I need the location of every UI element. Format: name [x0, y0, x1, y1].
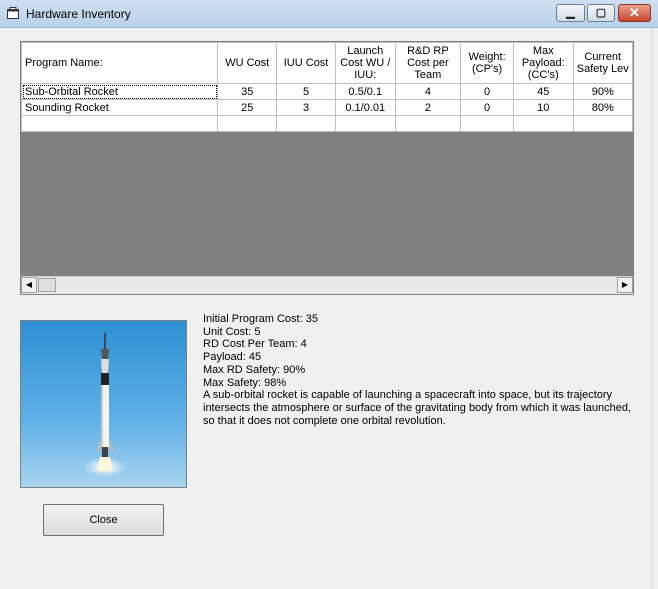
rocket-photo-icon — [21, 321, 186, 487]
col-weight[interactable]: Weight: (CP's) — [460, 42, 514, 84]
window-title: Hardware Inventory — [26, 7, 131, 21]
table-row[interactable]: Sub-Orbital Rocket 35 5 0.5/0.1 4 0 45 9… — [21, 83, 633, 100]
table-cell[interactable]: 0 — [460, 83, 514, 100]
col-program-name[interactable]: Program Name: — [21, 42, 219, 84]
header-row: Program Name: WU Cost IUU Cost Launch Co… — [21, 42, 633, 84]
table-cell[interactable]: 2 — [394, 99, 462, 116]
window-icon — [7, 7, 19, 19]
table-cell[interactable]: 35 — [217, 83, 278, 100]
col-max-payload[interactable]: Max Payload: (CC's) — [512, 42, 574, 84]
table-cell[interactable] — [512, 115, 574, 132]
table-cell[interactable]: 80% — [572, 99, 633, 116]
table-cell[interactable]: 45 — [512, 83, 574, 100]
col-safety-level[interactable]: Current Safety Lev — [572, 42, 633, 84]
table-cell[interactable]: 5 — [276, 83, 336, 100]
max-rd-safety-text: Max RD Safety: 90% — [203, 363, 306, 376]
table-cell[interactable] — [335, 115, 396, 132]
table-cell[interactable]: 4 — [394, 83, 462, 100]
table-cell[interactable] — [217, 115, 278, 132]
col-rd-cost[interactable]: R&D RP Cost per Team — [394, 42, 462, 84]
col-launch-cost[interactable]: Launch Cost WU / IUU: — [335, 42, 396, 84]
rd-cost-text: RD Cost Per Team: 4 — [203, 338, 307, 351]
col-iuu-cost[interactable]: IUU Cost — [276, 42, 336, 84]
rocket-image — [20, 320, 187, 488]
table-row[interactable]: Sounding Rocket 25 3 0.1/0.01 2 0 10 80% — [21, 99, 633, 116]
maximize-icon: ▢ — [595, 7, 607, 19]
payload-text: Payload: 45 — [203, 351, 262, 364]
close-window-button[interactable]: ✕ — [618, 4, 651, 22]
scroll-right-button[interactable]: ▶ — [617, 277, 633, 293]
table-cell[interactable] — [460, 115, 514, 132]
initial-cost-text: Initial Program Cost: 35 — [203, 313, 318, 325]
max-safety-text: Max Safety: 98% — [203, 376, 287, 389]
table-cell[interactable]: Sounding Rocket — [21, 99, 219, 116]
close-button[interactable]: Close — [43, 504, 164, 536]
table-cell[interactable] — [394, 115, 462, 132]
table-cell[interactable] — [276, 115, 336, 132]
hardware-table: Program Name: WU Cost IUU Cost Launch Co… — [21, 42, 633, 132]
title-bar: Hardware Inventory ▁ ▢ ✕ — [0, 0, 658, 28]
close-icon: ✕ — [629, 5, 640, 20]
table-cell[interactable]: 0.5/0.1 — [335, 83, 396, 100]
table-cell[interactable]: 3 — [276, 99, 336, 116]
minimize-icon: ▁ — [566, 7, 575, 19]
table-cell[interactable]: 0 — [460, 99, 514, 116]
table-cell[interactable]: 10 — [512, 99, 574, 116]
table-cell[interactable]: 25 — [217, 99, 278, 116]
table-cell[interactable]: Sub-Orbital Rocket — [21, 83, 219, 100]
maximize-button[interactable]: ▢ — [587, 4, 615, 22]
table-row-empty[interactable] — [21, 115, 633, 132]
col-wu-cost[interactable]: WU Cost — [217, 42, 278, 84]
window-edge — [652, 28, 658, 589]
table-cell[interactable] — [21, 115, 219, 132]
triangle-right-icon: ▶ — [621, 280, 629, 289]
hardware-grid[interactable]: Program Name: WU Cost IUU Cost Launch Co… — [20, 41, 634, 295]
program-details: Initial Program Cost: 35 Unit Cost: 5 RD… — [203, 313, 643, 427]
table-cell[interactable]: 90% — [572, 83, 633, 100]
horizontal-scrollbar[interactable]: ◀ ▶ — [21, 276, 633, 294]
description-text: A sub-orbital rocket is capable of launc… — [203, 389, 631, 427]
triangle-left-icon: ◀ — [25, 280, 33, 289]
minimize-button[interactable]: ▁ — [556, 4, 585, 22]
scroll-thumb[interactable] — [38, 278, 56, 292]
scroll-left-button[interactable]: ◀ — [21, 277, 37, 293]
table-cell[interactable] — [572, 115, 633, 132]
table-cell[interactable]: 0.1/0.01 — [335, 99, 396, 116]
unit-cost-text: Unit Cost: 5 — [203, 325, 261, 338]
